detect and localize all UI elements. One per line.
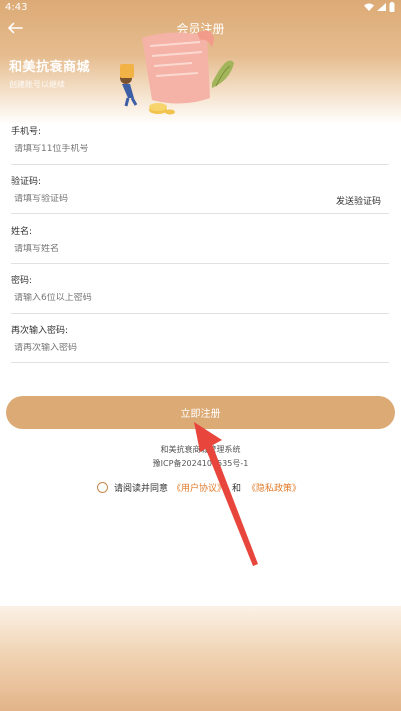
brand-name: 和美抗衰商城: [9, 60, 91, 75]
sms-code-input[interactable]: [14, 194, 314, 204]
phone-field: 手机号:: [11, 124, 389, 165]
sms-code-field: 验证码: 发送验证码: [11, 174, 389, 214]
phone-label: 手机号:: [11, 127, 42, 137]
status-bar: 4:43: [0, 0, 401, 14]
back-button[interactable]: [4, 16, 26, 40]
footer-icp: 豫ICP备2024105535号-1: [152, 459, 249, 468]
phone-input[interactable]: [14, 144, 314, 154]
wifi-icon: [364, 3, 374, 11]
privacy-policy-link[interactable]: 《隐私政策》: [247, 481, 301, 494]
send-code-button[interactable]: 发送验证码: [336, 194, 381, 207]
name-input[interactable]: [14, 244, 314, 254]
agree-prefix: 请阅读并同意: [114, 484, 169, 494]
name-label: 姓名:: [11, 227, 33, 237]
divider: [11, 362, 389, 363]
brand-block: 和美抗衰商城 创建账号以继续: [9, 56, 90, 90]
divider: [11, 164, 389, 165]
sms-code-label: 验证码:: [11, 177, 42, 187]
brand-subtitle: 创建账号以继续: [9, 80, 65, 89]
back-arrow-icon: [8, 22, 23, 34]
confirm-password-field: 再次输入密码:: [11, 323, 389, 363]
status-time: 4:43: [5, 1, 28, 13]
shopping-receipt-illustration: [120, 30, 234, 115]
divider: [11, 213, 389, 214]
user-agreement-link[interactable]: 《用户协议》: [172, 481, 226, 494]
divider: [11, 263, 389, 264]
password-label: 密码:: [11, 276, 33, 286]
bottom-background: [0, 606, 401, 711]
password-input[interactable]: [14, 293, 314, 303]
agree-checkbox[interactable]: [97, 482, 108, 493]
password-field: 密码:: [11, 273, 389, 314]
name-field: 姓名:: [11, 224, 389, 264]
agree-and: 和: [232, 484, 242, 494]
status-icons: [364, 2, 395, 12]
battery-icon: [389, 2, 395, 12]
register-button[interactable]: 立即注册: [6, 396, 395, 429]
divider: [11, 313, 389, 314]
confirm-password-input[interactable]: [14, 343, 314, 353]
confirm-password-label: 再次输入密码:: [11, 326, 69, 336]
footer-system-name: 和美抗衰商城管理系统: [160, 445, 241, 454]
agreement-row: 请阅读并同意 《用户协议》 和 《隐私政策》: [97, 481, 301, 494]
signal-icon: [377, 3, 386, 11]
